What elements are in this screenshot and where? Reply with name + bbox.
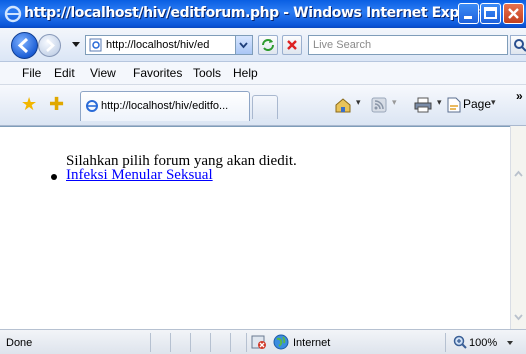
menu-edit[interactable]: Edit [54, 66, 75, 80]
menu-help[interactable]: Help [233, 66, 258, 80]
internet-globe-icon [273, 334, 289, 350]
window-title: http://localhost/hiv/editforum.php - Win… [24, 5, 495, 21]
status-text: Done [6, 337, 33, 349]
title-bar[interactable]: http://localhost/hiv/editforum.php - Win… [0, 0, 526, 28]
maximize-button[interactable] [480, 3, 501, 24]
favorites-star-icon[interactable]: ★ [21, 94, 37, 114]
status-divider [190, 333, 191, 352]
toolbar-overflow-chevron-icon[interactable]: » [516, 89, 523, 103]
vertical-scrollbar[interactable] [510, 126, 526, 329]
forward-arrow-icon [46, 39, 55, 52]
forward-button[interactable] [38, 34, 61, 57]
refresh-icon [262, 39, 274, 51]
list-bullet [51, 174, 57, 180]
print-dropdown-icon[interactable]: ▾ [437, 97, 442, 108]
chevron-down-icon [239, 42, 248, 49]
status-divider [150, 333, 151, 352]
status-divider [210, 333, 211, 352]
security-zone-label[interactable]: Internet [293, 337, 330, 349]
add-favorites-icon[interactable]: ✚ [49, 94, 64, 114]
close-button[interactable] [503, 3, 524, 24]
address-bar[interactable]: http://localhost/hiv/ed [85, 35, 253, 55]
stop-button[interactable] [282, 35, 302, 55]
new-tab-button[interactable] [252, 95, 278, 119]
status-bar: Done Internet 100% [0, 329, 526, 354]
browser-window: http://localhost/hiv/editforum.php - Win… [0, 0, 526, 354]
feeds-icon[interactable] [371, 97, 387, 116]
zoom-dropdown-icon[interactable] [507, 341, 513, 345]
maximize-icon [484, 7, 497, 19]
tab-editforum[interactable]: http://localhost/hiv/editfo... [80, 91, 250, 121]
page-icon [89, 38, 102, 52]
scroll-up-icon[interactable] [512, 166, 525, 182]
tab-bar: ★ ✚ http://localhost/hiv/editfo... ▾ ▾ ▾… [0, 85, 526, 126]
status-divider [230, 333, 231, 352]
search-button[interactable] [510, 35, 526, 55]
home-icon[interactable] [334, 97, 352, 116]
minimize-button[interactable] [458, 3, 479, 24]
status-divider [170, 333, 171, 352]
address-text[interactable]: http://localhost/hiv/ed [106, 36, 236, 54]
feeds-dropdown-icon[interactable]: ▾ [392, 97, 397, 108]
menu-file[interactable]: File [22, 66, 41, 80]
menu-bar: File Edit View Favorites Tools Help [0, 62, 526, 85]
search-icon [514, 39, 526, 52]
zoom-level[interactable]: 100% [469, 337, 497, 349]
recent-pages-dropdown[interactable] [72, 42, 80, 47]
menu-favorites[interactable]: Favorites [133, 66, 182, 80]
protected-mode-icon[interactable] [251, 334, 267, 350]
forum-link-infeksi-menular-seksual[interactable]: Infeksi Menular Seksual [66, 167, 213, 184]
zoom-icon[interactable] [452, 334, 468, 350]
status-divider [445, 333, 446, 352]
back-button[interactable] [11, 32, 38, 59]
ie-logo-icon [4, 5, 22, 23]
print-icon[interactable] [414, 97, 432, 116]
scroll-down-icon[interactable] [512, 309, 525, 325]
navigation-bar: http://localhost/hiv/ed Live Search [0, 28, 526, 62]
close-icon [508, 8, 519, 19]
ie-page-icon [86, 100, 98, 112]
stop-icon [287, 40, 297, 50]
search-input[interactable]: Live Search [308, 35, 508, 55]
page-content: Silahkan pilih forum yang akan diedit. I… [0, 126, 510, 329]
page-dropdown-icon[interactable]: ▾ [491, 97, 496, 108]
address-dropdown-button[interactable] [235, 36, 252, 54]
menu-view[interactable]: View [90, 66, 116, 80]
minimize-icon [464, 16, 472, 19]
back-arrow-icon [17, 37, 29, 54]
status-divider [246, 333, 247, 352]
tab-label: http://localhost/hiv/editfo... [101, 100, 229, 112]
page-menu-icon[interactable] [447, 97, 461, 116]
home-dropdown-icon[interactable]: ▾ [356, 97, 361, 108]
refresh-button[interactable] [258, 35, 278, 55]
menu-tools[interactable]: Tools [193, 66, 221, 80]
page-menu-label[interactable]: Page [463, 97, 491, 111]
